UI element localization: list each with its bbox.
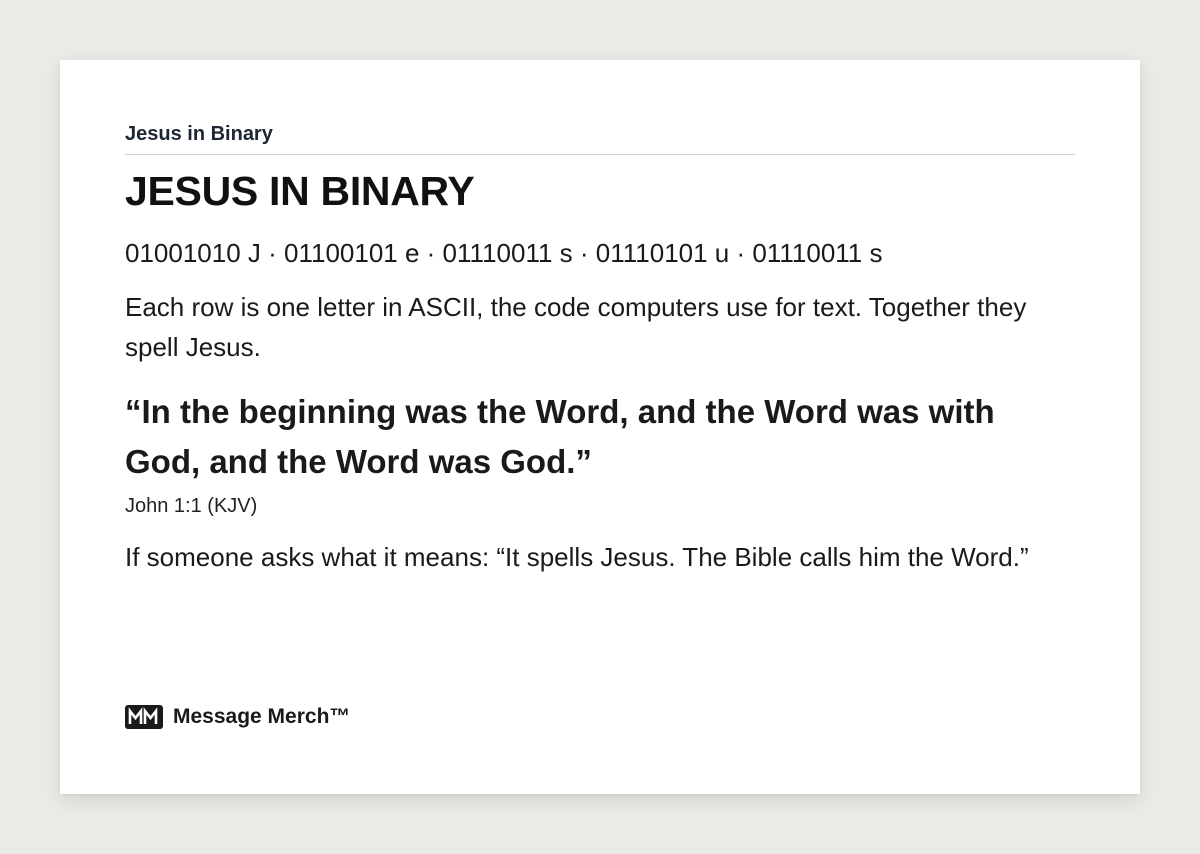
brand-footer: Message Merch™ (125, 704, 350, 730)
info-card: Jesus in Binary JESUS IN BINARY 01001010… (60, 60, 1140, 794)
brand-name: Message Merch™ (173, 705, 351, 728)
explanation-text: Each row is one letter in ASCII, the cod… (125, 292, 1027, 362)
explanation-note: If someone asks what it means: “It spell… (125, 542, 1029, 572)
card-content: Jesus in Binary JESUS IN BINARY 01001010… (125, 122, 1075, 577)
scripture-citation: John 1:1 (KJV) (125, 495, 258, 517)
scripture-quote: “In the beginning was the Word, and the … (125, 393, 995, 480)
binary-line: 01001010 J · 01100101 e · 01110011 s · 0… (125, 238, 883, 268)
mm-logo-icon (125, 705, 163, 729)
eyebrow-label: Jesus in Binary (125, 122, 1075, 155)
page-title: JESUS IN BINARY (125, 168, 475, 214)
